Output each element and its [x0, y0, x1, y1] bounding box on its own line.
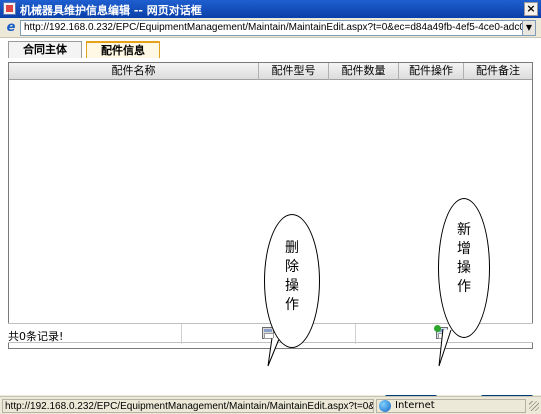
column-part-remark: 配件备注 [476, 64, 520, 77]
zone-label: Internet [395, 400, 435, 411]
globe-icon [379, 400, 391, 412]
ie-icon: e [6, 20, 16, 35]
app-icon [3, 2, 16, 15]
grid-header: 配件名称 配件型号 配件数量 配件操作 配件备注 [9, 63, 532, 80]
add-annotation-text: 新 增 操 作 [457, 222, 471, 295]
address-url[interactable]: http://192.168.0.232/EPC/EquipmentManage… [20, 20, 523, 36]
plus-badge-icon [434, 325, 441, 332]
add-bubble-tail [438, 329, 452, 367]
column-part-model: 配件型号 [259, 63, 329, 80]
status-bar: http://192.168.0.232/EPC/EquipmentManage… [0, 396, 541, 414]
dialog-content: 合同主体 配件信息 配件名称 配件型号 配件数量 配件操作 配件备注 共0条记录… [0, 38, 541, 413]
footer-cell-count: 共0条记录! [8, 324, 182, 344]
delete-annotation-bubble: 删 除 操 作 [264, 214, 320, 348]
address-dropdown-button[interactable]: ▼ [522, 20, 536, 36]
window-close-button[interactable]: × [524, 2, 538, 16]
tab-contract-main[interactable]: 合同主体 [8, 41, 82, 58]
column-part-quantity: 配件数量 [329, 63, 399, 80]
security-zone: Internet [376, 399, 526, 413]
window-title: 机械器具维护信息编辑 -- 网页对话框 [20, 4, 202, 17]
tab-parts-info[interactable]: 配件信息 [86, 41, 160, 58]
record-count: 共0条记录! [8, 330, 64, 343]
window-titlebar: 机械器具维护信息编辑 -- 网页对话框 × [0, 0, 541, 18]
status-url: http://192.168.0.232/EPC/EquipmentManage… [2, 399, 374, 413]
add-annotation-bubble: 新 增 操 作 [438, 198, 490, 338]
resize-grip-icon[interactable] [529, 401, 539, 411]
column-part-operation: 配件操作 [399, 63, 464, 80]
delete-bubble-tail [267, 338, 280, 367]
column-part-name: 配件名称 [9, 63, 259, 80]
address-bar: e http://192.168.0.232/EPC/EquipmentMana… [0, 18, 541, 38]
delete-annotation-text: 删 除 操 作 [285, 240, 299, 313]
